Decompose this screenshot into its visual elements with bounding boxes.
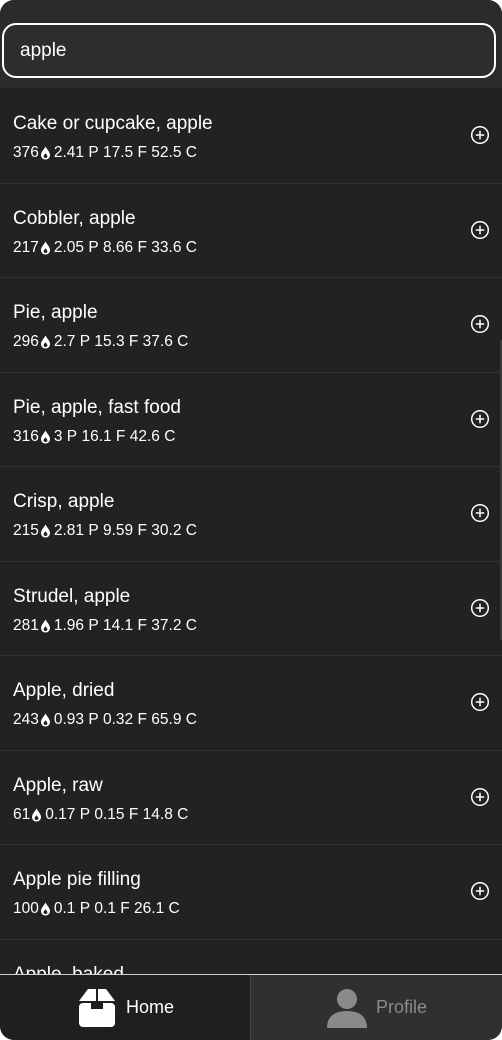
flame-icon xyxy=(40,430,50,443)
flame-icon xyxy=(40,146,50,160)
result-name: Cake or cupcake, apple xyxy=(13,113,213,134)
add-circle-icon[interactable] xyxy=(470,314,490,334)
result-macros: 296 2.7 P 15.3 F 37.6 C xyxy=(13,333,188,351)
fat-value: 16.1 F xyxy=(81,427,126,445)
carbs-value: 30.2 C xyxy=(151,522,197,539)
carbs-value: 37.6 C xyxy=(142,333,189,350)
carbs-value: 26.1 C xyxy=(134,900,180,917)
result-macros: 281 1.96 P 14.1 F 37.2 C xyxy=(13,617,197,635)
result-name: Pie, apple, fast food xyxy=(13,396,181,418)
carbs-value: 42.6 C xyxy=(129,427,176,445)
add-circle-icon[interactable] xyxy=(470,787,490,807)
protein-value: 3 P xyxy=(53,427,78,445)
carbs-value: 14.8 C xyxy=(142,805,189,823)
fat-value: 8.66 F xyxy=(103,238,147,256)
flame-icon xyxy=(40,619,50,632)
protein-value: 2.41 P xyxy=(53,144,99,161)
fat-value: 17.5 F xyxy=(103,144,147,161)
fat-value: 0.1 F xyxy=(94,900,130,917)
fat-value: 15.3 F xyxy=(94,333,139,350)
protein-value: 0.1 P xyxy=(53,900,91,917)
result-row[interactable]: Crisp, apple 215 2.81 P 9.59 F 30.2 C xyxy=(0,467,502,562)
box-icon xyxy=(78,988,115,1027)
fat-value: 9.59 F xyxy=(103,522,147,539)
result-row[interactable]: Apple, baked xyxy=(0,939,502,975)
result-row[interactable]: Apple, dried 243 0.93 P 0.32 F 65.9 C xyxy=(0,656,502,751)
app-window: Cake or cupcake, apple 376 2.41 P 17.5 F… xyxy=(0,0,502,1040)
fat-value: 0.32 F xyxy=(103,711,147,728)
nav-tab-profile[interactable]: Profile xyxy=(251,975,502,1040)
result-macros: 316 3 P 16.1 F 42.6 C xyxy=(13,428,175,446)
result-macros: 61 0.17 P 0.15 F 14.8 C xyxy=(13,806,188,824)
calories-value: 316 xyxy=(13,427,39,445)
search-input[interactable] xyxy=(2,23,496,78)
calories-value: 243 xyxy=(13,711,39,728)
flame-icon xyxy=(32,808,42,821)
calories-value: 217 xyxy=(13,238,39,256)
carbs-value: 52.5 C xyxy=(151,144,197,161)
flame-icon xyxy=(40,335,50,349)
result-name: Crisp, apple xyxy=(13,491,115,512)
person-icon xyxy=(326,988,367,1028)
result-name: Apple, dried xyxy=(13,680,115,701)
calories-value: 100 xyxy=(13,900,39,917)
add-circle-icon[interactable] xyxy=(470,881,490,901)
calories-value: 376 xyxy=(13,144,39,161)
calories-value: 61 xyxy=(13,805,31,823)
add-circle-icon[interactable] xyxy=(470,598,490,618)
result-macros: 376 2.41 P 17.5 F 52.5 C xyxy=(13,144,197,162)
search-header xyxy=(0,0,502,88)
fat-value: 0.15 F xyxy=(94,805,139,823)
result-name: Pie, apple xyxy=(13,302,98,323)
protein-value: 1.96 P xyxy=(53,616,99,634)
protein-value: 0.17 P xyxy=(45,805,91,823)
result-name: Strudel, apple xyxy=(13,585,131,607)
add-circle-icon[interactable] xyxy=(470,692,490,712)
result-row[interactable]: Pie, apple 296 2.7 P 15.3 F 37.6 C xyxy=(0,278,502,373)
add-circle-icon[interactable] xyxy=(470,125,490,145)
flame-icon xyxy=(40,902,50,916)
result-row[interactable]: Strudel, apple 281 1.96 P 14.1 F 37.2 C xyxy=(0,561,502,656)
result-row[interactable]: Apple, raw 61 0.17 P 0.15 F 14.8 C xyxy=(0,750,502,845)
result-macros: 217 2.05 P 8.66 F 33.6 C xyxy=(13,239,197,257)
protein-value: 2.7 P xyxy=(53,333,91,350)
result-macros: 100 0.1 P 0.1 F 26.1 C xyxy=(13,900,180,918)
results-list[interactable]: Cake or cupcake, apple 376 2.41 P 17.5 F… xyxy=(0,89,502,974)
add-circle-icon[interactable] xyxy=(470,409,490,429)
nav-label-profile: Profile xyxy=(375,997,428,1017)
fat-value: 14.1 F xyxy=(103,616,147,634)
result-name: Apple, raw xyxy=(13,774,103,796)
result-name: Apple, baked xyxy=(13,963,124,975)
result-row[interactable]: Pie, apple, fast food 316 3 P 16.1 F 42.… xyxy=(0,372,502,467)
bottom-nav: Home Profile xyxy=(0,974,502,1040)
carbs-value: 65.9 C xyxy=(151,711,197,728)
result-name: Cobbler, apple xyxy=(13,207,136,229)
add-circle-icon[interactable] xyxy=(470,220,490,240)
result-row[interactable]: Cake or cupcake, apple 376 2.41 P 17.5 F… xyxy=(0,89,502,184)
carbs-value: 33.6 C xyxy=(151,238,197,256)
result-name: Apple pie filling xyxy=(13,869,141,890)
result-row[interactable]: Apple pie filling 100 0.1 P 0.1 F 26.1 C xyxy=(0,845,502,940)
calories-value: 281 xyxy=(13,616,39,634)
result-macros: 215 2.81 P 9.59 F 30.2 C xyxy=(13,522,197,540)
result-row[interactable]: Cobbler, apple 217 2.05 P 8.66 F 33.6 C xyxy=(0,183,502,278)
flame-icon xyxy=(40,713,50,727)
protein-value: 2.81 P xyxy=(53,522,99,539)
protein-value: 0.93 P xyxy=(53,711,99,728)
result-macros: 243 0.93 P 0.32 F 65.9 C xyxy=(13,711,197,729)
protein-value: 2.05 P xyxy=(53,238,99,256)
nav-tab-home[interactable]: Home xyxy=(0,975,250,1040)
calories-value: 296 xyxy=(13,333,39,350)
nav-label-home: Home xyxy=(125,997,174,1017)
carbs-value: 37.2 C xyxy=(151,616,197,634)
flame-icon xyxy=(40,241,50,254)
flame-icon xyxy=(40,524,50,538)
calories-value: 215 xyxy=(13,522,39,539)
add-circle-icon[interactable] xyxy=(470,503,490,523)
